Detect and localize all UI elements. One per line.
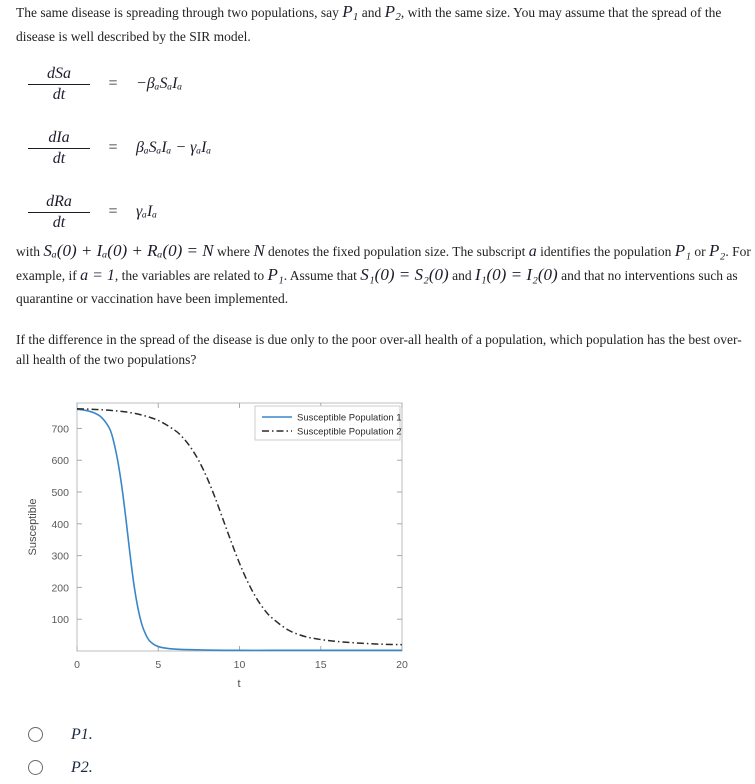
x-tick-label: 15 <box>315 659 327 671</box>
equation-rhs: −βₐSₐIₐ <box>136 75 183 92</box>
mid-text-1: with <box>16 244 44 259</box>
mid-text-4: identifies the population <box>536 244 675 259</box>
mid-text-8: . Assume that <box>283 268 361 283</box>
equation-i1-equals-i2: I₁(0) = I₂(0) <box>474 265 558 284</box>
y-tick-label: 100 <box>51 614 69 626</box>
symbol-p2: P2 <box>384 2 401 24</box>
radio-button-p1[interactable] <box>28 727 43 742</box>
mid-text-3: denotes the fixed population size. The s… <box>264 244 529 259</box>
answer-option-p2[interactable]: P2. <box>24 751 324 784</box>
legend-label-1: Susceptible Population 1 <box>297 413 402 424</box>
x-axis-label: t <box>237 678 240 690</box>
y-tick-label: 300 <box>51 551 69 563</box>
equals-sign: = <box>108 203 118 220</box>
y-tick-label: 500 <box>51 487 69 499</box>
x-tick-label: 5 <box>155 659 161 671</box>
intro-paragraph: The same disease is spreading through tw… <box>16 2 754 47</box>
equation-di-dt: dIa dt = βₐSₐIₐ − γₐIₐ <box>28 116 358 180</box>
x-tick-label: 20 <box>396 659 408 671</box>
equation-numerator: dSa <box>47 64 71 82</box>
equation-numerator: dIa <box>48 128 70 146</box>
equation-initial-conditions: Sₐ(0) + Iₐ(0) + Rₐ(0) = N <box>43 241 214 260</box>
y-tick-label: 400 <box>51 519 69 531</box>
y-tick-label: 600 <box>51 455 69 467</box>
equation-fraction: dRa dt <box>28 193 90 232</box>
x-tick-label: 10 <box>234 659 246 671</box>
intro-text-2: and <box>358 5 385 20</box>
equation-numerator: dRa <box>46 192 72 210</box>
symbol-a: a <box>528 243 537 260</box>
equation-fraction: dIa dt <box>28 129 90 168</box>
mid-text-5: or <box>691 244 710 259</box>
symbol-p1: P₁ <box>674 241 692 260</box>
answer-label-p2: P2. <box>71 758 93 776</box>
legend-label-2: Susceptible Population 2 <box>297 427 402 438</box>
y-tick-label: 700 <box>51 423 69 435</box>
plot-svg: 100 200 300 400 500 600 700 0 5 10 15 20 Susceptib… <box>27 402 408 690</box>
equation-denominator: dt <box>28 147 90 168</box>
symbol-n: N <box>253 241 265 260</box>
answer-option-p1[interactable]: P1. <box>24 718 324 751</box>
equation-rhs: βₐSₐIₐ − γₐIₐ <box>136 139 212 156</box>
equals-sign: = <box>108 139 118 156</box>
sir-equations: dSa dt = −βₐSₐIₐ dIa dt = βₐSₐIₐ − γₐIₐ … <box>28 52 358 244</box>
question-text: If the difference in the spread of the d… <box>16 332 742 367</box>
equation-a-equals-1: a = 1 <box>80 267 115 284</box>
equation-dr-dt: dRa dt = γₐIₐ <box>28 180 358 244</box>
answer-label-p1: P1. <box>71 725 93 743</box>
equation-fraction: dSa dt <box>28 65 90 104</box>
equals-sign: = <box>108 75 118 92</box>
equation-s1-equals-s2: S₁(0) = S₂(0) <box>360 265 449 284</box>
mid-text-7: , the variables are related to <box>114 268 268 283</box>
answer-options: P1. P2. <box>24 718 324 784</box>
x-tick-label: 0 <box>74 659 80 671</box>
assumptions-paragraph: with Sₐ(0) + Iₐ(0) + Rₐ(0) = N where N d… <box>16 239 754 310</box>
mid-text-2: where <box>213 244 254 259</box>
plot-legend: Susceptible Population 1 Susceptible Popu… <box>254 405 402 441</box>
symbol-p2: P₂ <box>709 241 726 260</box>
y-tick-label: 200 <box>51 582 69 594</box>
equation-rhs: γₐIₐ <box>136 203 157 220</box>
symbol-p1: P1 <box>342 2 359 24</box>
equation-denominator: dt <box>28 211 90 232</box>
intro-text-1: The same disease is spreading through tw… <box>16 5 343 20</box>
equation-denominator: dt <box>28 83 90 104</box>
symbol-p1-b: P₁ <box>267 265 284 284</box>
question-page: The same disease is spreading through tw… <box>0 0 755 784</box>
mid-text-9: and <box>448 268 475 283</box>
susceptible-plot: 100 200 300 400 500 600 700 0 5 10 15 20 Susceptib… <box>14 392 434 697</box>
radio-button-p2[interactable] <box>28 760 43 775</box>
equation-ds-dt: dSa dt = −βₐSₐIₐ <box>28 52 358 116</box>
y-axis-label: Susceptible <box>27 499 39 556</box>
